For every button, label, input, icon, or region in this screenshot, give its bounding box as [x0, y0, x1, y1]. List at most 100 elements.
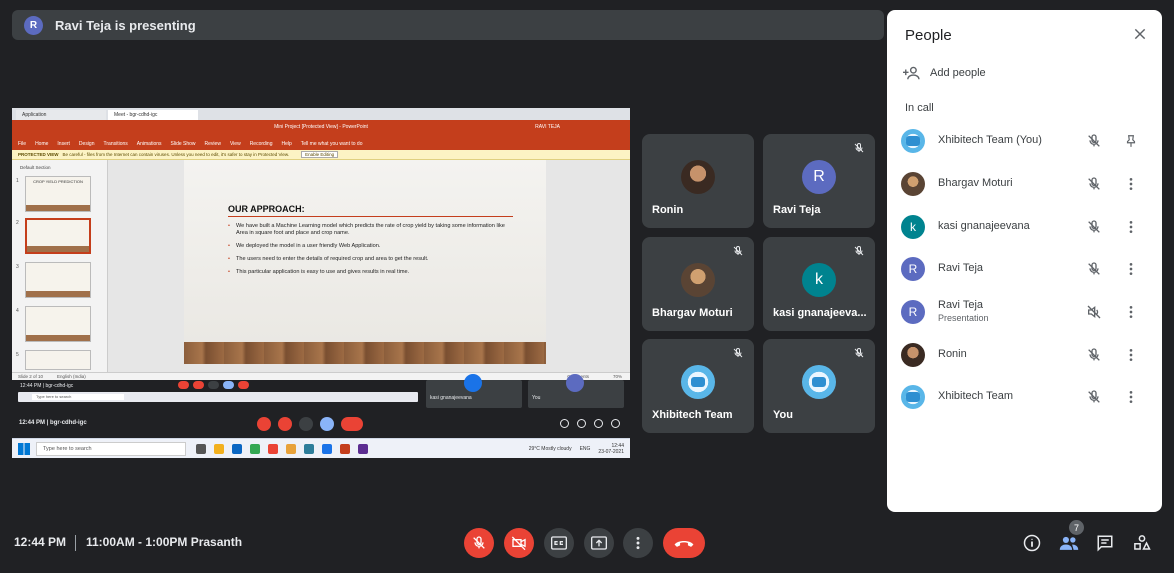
- ribbon-menu-item: View: [229, 141, 241, 147]
- leave-call-button[interactable]: [663, 528, 705, 558]
- meeting-details-button[interactable]: [1022, 533, 1042, 553]
- more-vert-icon[interactable]: [1127, 304, 1135, 320]
- slide-canvas: OUR APPROACH: We have built a Machine Le…: [184, 160, 546, 364]
- xhibitech-logo: [901, 385, 925, 409]
- participant-avatar: k: [802, 263, 836, 297]
- nested-tile: kasi gnanajeevana: [426, 374, 522, 408]
- more-vert-icon[interactable]: [1127, 219, 1135, 235]
- participant-name: You: [773, 409, 793, 421]
- participant-row[interactable]: Xhibitech Team (You): [901, 126, 1151, 156]
- slide-bullet: The users need to enter the details of r…: [228, 256, 513, 263]
- activities-button[interactable]: [1132, 533, 1152, 553]
- participant-row[interactable]: R Ravi Teja: [901, 254, 1151, 284]
- slide-bullet: We deployed the model in a user friendly…: [228, 243, 513, 250]
- shared-screen[interactable]: Application Meet - bgr-cdhd-igc Mini Pro…: [12, 108, 630, 458]
- participant-row[interactable]: Bhargav Moturi: [901, 169, 1151, 199]
- heading-rule: [228, 216, 513, 217]
- participant-name: Ravi Teja: [938, 262, 984, 274]
- chat-button[interactable]: [1095, 533, 1115, 553]
- powerpoint-ribbon: Mini Project [Protected View] - PowerPoi…: [12, 120, 630, 150]
- present-now-button[interactable]: [584, 528, 614, 558]
- participant-row[interactable]: Ronin: [901, 340, 1151, 370]
- participant-tile[interactable]: Bhargav Moturi: [642, 237, 754, 331]
- slide-number: 4: [16, 308, 19, 314]
- people-button[interactable]: [1059, 533, 1079, 553]
- captions-button[interactable]: [544, 528, 574, 558]
- mic-off-icon: [854, 142, 864, 153]
- more-vert-icon: [636, 536, 640, 550]
- presenting-text: Ravi Teja is presenting: [55, 17, 196, 33]
- nested-controls: [178, 381, 249, 389]
- more-vert-icon[interactable]: [1127, 176, 1135, 192]
- mic-off-icon[interactable]: [1086, 176, 1102, 192]
- xhibitech-logo: [681, 365, 715, 399]
- participant-name: Ravi Teja: [773, 204, 821, 216]
- mic-off-icon[interactable]: [1086, 347, 1102, 363]
- slide-thumb-selected: [25, 218, 91, 254]
- more-vert-icon[interactable]: [1127, 389, 1135, 405]
- nested-clock: 12:44 PM | bgr-cdhd-igc: [20, 383, 74, 389]
- participant-avatar: R: [901, 257, 925, 281]
- section-label: Default Section: [20, 165, 51, 170]
- participant-row[interactable]: Xhibitech Team: [901, 382, 1151, 412]
- status-slide: Slide 2 of 10: [18, 374, 44, 379]
- participant-name: Ronin: [652, 204, 684, 216]
- ribbon-menu-item: Recording: [249, 141, 273, 147]
- participant-row[interactable]: R Ravi Teja Presentation: [901, 297, 1151, 327]
- slide-thumb: [25, 262, 91, 298]
- taskbar-weather: 29°C Mostly cloudy: [528, 445, 572, 452]
- status-language: English (India): [57, 374, 86, 379]
- add-people-button[interactable]: Add people: [903, 66, 986, 80]
- participant-name: Bhargav Moturi: [652, 307, 733, 319]
- mic-off-icon[interactable]: [1086, 389, 1102, 405]
- nested-tile-name: You: [532, 395, 541, 401]
- powerpoint-user: RAVI TEJA: [535, 124, 560, 130]
- nested-search: Type here to search: [32, 394, 124, 400]
- participant-tile[interactable]: k kasi gnanajeeva...: [763, 237, 875, 331]
- mic-off-icon[interactable]: [1086, 261, 1102, 277]
- volume-off-icon[interactable]: [1086, 304, 1102, 320]
- taskbar-apps: [196, 443, 368, 454]
- toggle-mic-button[interactable]: [464, 528, 494, 558]
- divider: [75, 535, 76, 551]
- participant-photo: [901, 172, 925, 196]
- in-call-heading: In call: [905, 102, 934, 114]
- call-end-icon: [674, 541, 694, 547]
- more-options-button[interactable]: [623, 528, 653, 558]
- slide-bullets: We have built a Machine Learning model w…: [228, 223, 513, 282]
- participant-name: Xhibitech Team (You): [938, 134, 1042, 146]
- close-icon[interactable]: [1132, 26, 1148, 42]
- slide-number: 1: [16, 178, 19, 184]
- more-vert-icon[interactable]: [1127, 261, 1135, 277]
- slide-thumb: [25, 350, 91, 370]
- person-add-icon: [903, 66, 920, 80]
- ribbon-menu-item: File: [18, 141, 27, 147]
- participant-tile[interactable]: R Ravi Teja: [763, 134, 875, 228]
- ribbon-menu-item: Tell me what you want to do: [300, 141, 363, 147]
- toggle-camera-button[interactable]: [504, 528, 534, 558]
- participant-row[interactable]: k kasi gnanajeevana: [901, 212, 1151, 242]
- nested-taskbar: Type here to search: [18, 392, 418, 402]
- participant-tile[interactable]: Xhibitech Team: [642, 339, 754, 433]
- participant-photo: [681, 263, 715, 297]
- mic-off-icon[interactable]: [1086, 133, 1102, 149]
- presenting-banner: R Ravi Teja is presenting: [12, 10, 884, 40]
- pin-icon[interactable]: [1124, 133, 1138, 149]
- more-vert-icon[interactable]: [1127, 347, 1135, 363]
- meeting-details: 11:00AM - 1:00PM Prasanth: [86, 535, 243, 549]
- participant-tile[interactable]: You: [763, 339, 875, 433]
- participant-avatar: R: [901, 300, 925, 324]
- mic-off-icon: [854, 347, 864, 358]
- participant-tile[interactable]: Ronin: [642, 134, 754, 228]
- status-zoom: 70%: [612, 374, 622, 379]
- slide-number: 3: [16, 264, 19, 270]
- ribbon-menu: File Home Insert Design Transitions Anim…: [18, 141, 362, 147]
- mic-off-icon: [473, 536, 485, 549]
- ribbon-menu-item: Home: [35, 141, 49, 147]
- participant-name: kasi gnanajeeva...: [773, 307, 867, 319]
- participant-photo: [681, 160, 715, 194]
- participant-name: Xhibitech Team: [652, 409, 733, 421]
- chat-icon: [1097, 535, 1113, 552]
- slide-number: 2: [16, 220, 19, 226]
- mic-off-icon[interactable]: [1086, 219, 1102, 235]
